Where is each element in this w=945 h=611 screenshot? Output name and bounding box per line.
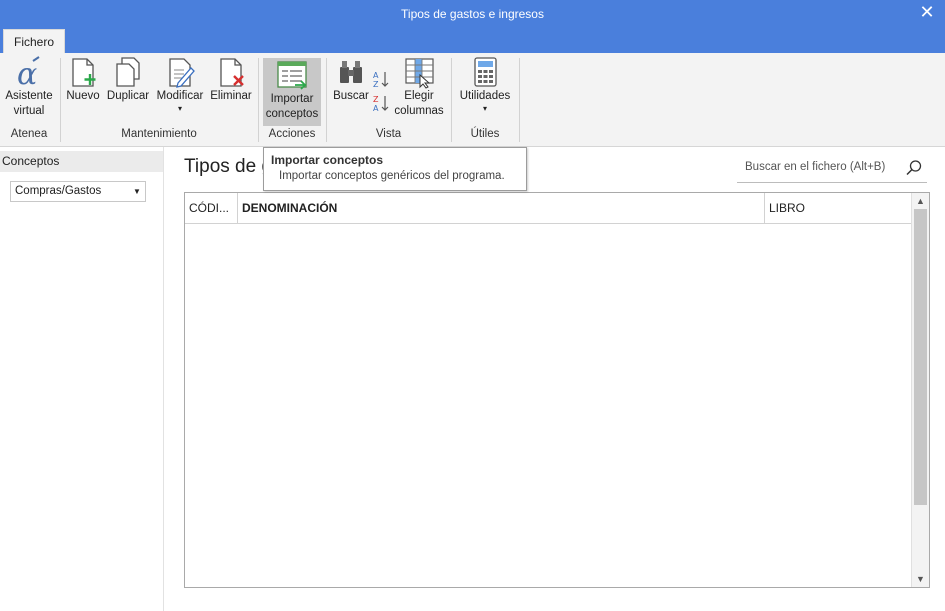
utilidades-label: Utilidades	[459, 90, 511, 102]
tooltip: Importar conceptos Importar conceptos ge…	[263, 147, 527, 191]
elegir-label-1: Elegir	[404, 90, 434, 102]
edit-document-icon	[169, 58, 195, 88]
window-title: Tipos de gastos e ingresos	[401, 7, 544, 21]
asistente-label-2: virtual	[13, 105, 45, 117]
eliminar-label: Eliminar	[210, 90, 252, 102]
column-header-libro[interactable]: LIBRO	[765, 193, 911, 224]
column-header-denominacion[interactable]: DENOMINACIÓN	[238, 193, 765, 224]
asistente-label-1: Asistente	[5, 90, 53, 102]
concept-type-value: Compras/Gastos	[15, 185, 102, 197]
importar-label-2: conceptos	[265, 108, 319, 120]
tooltip-description: Importar conceptos genéricos del program…	[279, 170, 505, 182]
delete-document-icon	[220, 58, 244, 87]
buscar-label: Buscar	[333, 90, 369, 102]
buscar-button[interactable]: Buscar	[332, 55, 370, 104]
duplicar-button[interactable]: Duplicar	[104, 55, 152, 104]
importar-label-1: Importar	[270, 93, 314, 105]
asistente-virtual-button[interactable]: α Asistente virtual	[2, 55, 56, 119]
nuevo-button[interactable]: Nuevo	[64, 55, 102, 104]
vertical-scrollbar[interactable]: ▲ ▼	[911, 193, 929, 587]
chevron-down-icon: ▾	[177, 104, 182, 113]
left-pane	[0, 147, 164, 611]
duplicate-icon	[116, 57, 140, 87]
binoculars-icon	[340, 61, 362, 83]
new-document-icon	[72, 58, 96, 87]
search-icon[interactable]	[905, 159, 923, 177]
concept-type-select[interactable]: Compras/Gastos ▼	[10, 181, 146, 202]
group-label-mantenimiento: Mantenimiento	[121, 128, 197, 140]
dropdown-arrow-icon[interactable]: ▼	[129, 182, 145, 201]
page-title: Tipos de g	[184, 156, 273, 177]
tab-fichero[interactable]: Fichero	[3, 29, 65, 54]
nuevo-label: Nuevo	[66, 90, 100, 102]
close-icon[interactable]: ✕	[915, 2, 939, 24]
importar-conceptos-button[interactable]: Importar conceptos	[263, 58, 321, 126]
import-list-icon	[277, 61, 307, 90]
sort-ascending-icon[interactable]: A Z	[372, 70, 390, 89]
duplicar-label: Duplicar	[106, 90, 150, 102]
svg-text:Z: Z	[373, 80, 379, 88]
elegir-columnas-button[interactable]: Elegir columnas	[392, 55, 446, 119]
chevron-down-icon: ▾	[482, 104, 487, 113]
choose-columns-icon	[405, 58, 434, 89]
group-label-vista: Vista	[375, 128, 402, 140]
svg-text:α: α	[17, 57, 37, 89]
tooltip-title: Importar conceptos	[271, 153, 384, 167]
scroll-up-icon[interactable]: ▲	[912, 193, 929, 209]
scroll-thumb[interactable]	[914, 209, 927, 505]
group-label-acciones: Acciones	[268, 128, 316, 140]
utilidades-button[interactable]: Utilidades ▾	[456, 55, 514, 113]
column-header-codigo[interactable]: CÓDI...	[185, 193, 238, 224]
svg-text:Z: Z	[373, 95, 379, 104]
eliminar-button[interactable]: Eliminar	[208, 55, 254, 104]
sort-ascending-icon: A Z	[373, 71, 389, 89]
scroll-down-icon[interactable]: ▼	[912, 571, 929, 587]
conceptos-header: Conceptos	[0, 151, 163, 172]
modificar-label: Modificar	[156, 90, 204, 102]
modificar-button[interactable]: Modificar ▾	[154, 55, 206, 113]
svg-text:A: A	[373, 104, 379, 112]
sort-descending-icon: Z A	[373, 95, 389, 113]
concepts-table[interactable]: CÓDI... DENOMINACIÓN LIBRO ▲ ▼	[184, 192, 930, 588]
search-placeholder: Buscar en el fichero (Alt+B)	[745, 161, 886, 173]
calculator-icon	[474, 57, 497, 87]
ribbon-tab-strip	[0, 31, 945, 53]
alpha-icon: α	[17, 56, 40, 89]
sort-descending-icon[interactable]: Z A	[372, 94, 390, 113]
svg-text:A: A	[373, 71, 379, 80]
group-separator	[519, 58, 520, 142]
search-field[interactable]: Buscar en el fichero (Alt+B)	[737, 155, 927, 183]
group-label-atenea: Atenea	[10, 128, 48, 140]
elegir-label-2: columnas	[394, 105, 444, 117]
group-label-utiles: Útiles	[470, 128, 500, 140]
